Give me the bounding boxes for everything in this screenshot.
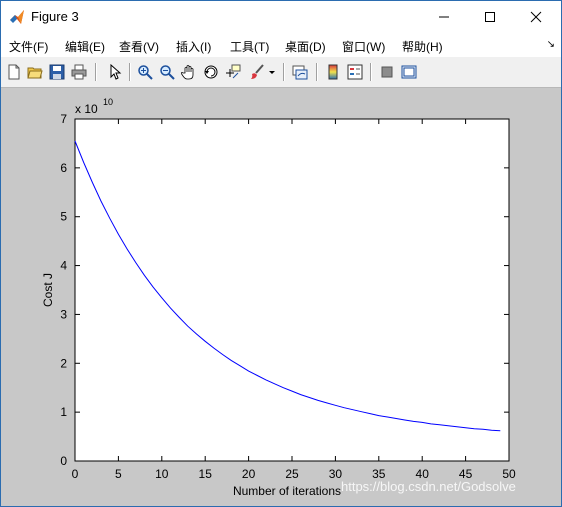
- toolbar-separator: [316, 63, 318, 81]
- print-icon: [71, 64, 87, 80]
- watermark-text: https://blog.csdn.net/Godsolve: [341, 479, 516, 494]
- title-bar[interactable]: Figure 3: [1, 1, 561, 33]
- zoom-in-icon: [138, 65, 153, 80]
- y-tick-label: 6: [60, 161, 67, 175]
- y-tick-label: 2: [60, 356, 67, 370]
- brush-dropdown-button[interactable]: [267, 62, 277, 82]
- x-tick-label: 10: [155, 467, 169, 481]
- y-exponent-label: x 10: [75, 102, 98, 116]
- menu-window[interactable]: 窗口(W): [342, 38, 385, 55]
- brush-icon: [251, 64, 264, 79]
- y-tick-label: 4: [60, 259, 67, 273]
- minimize-icon: [439, 16, 449, 18]
- y-tick-label: 1: [60, 405, 67, 419]
- figure-toolbar: [1, 57, 561, 88]
- y-exponent-power: 10: [103, 97, 113, 107]
- y-tick-label: 3: [60, 307, 67, 321]
- window-title: Figure 3: [31, 9, 79, 24]
- rotate-3d-icon: [204, 65, 218, 79]
- zoom-in-button[interactable]: [135, 62, 155, 82]
- zoom-out-icon: [160, 65, 175, 80]
- hide-plot-tools-button[interactable]: [377, 62, 397, 82]
- link-plot-button[interactable]: [290, 62, 310, 82]
- y-tick-label: 5: [60, 210, 67, 224]
- data-cursor-icon: [226, 64, 241, 79]
- y-tick-label: 7: [60, 112, 67, 126]
- menu-insert[interactable]: 插入(I): [176, 38, 211, 55]
- cost-plot[interactable]: 0 5 10 15 20 25 30 35 40 45 5001234567x 10 10Number…: [1, 88, 561, 506]
- x-tick-label: 15: [199, 467, 213, 481]
- save-icon: [49, 64, 65, 80]
- show-plot-tools-icon: [401, 65, 417, 79]
- x-axis-label: Number of iterations: [233, 484, 341, 498]
- pan-button[interactable]: [179, 62, 199, 82]
- y-tick-label: 0: [60, 454, 67, 468]
- y-axis-label: Cost J: [41, 273, 55, 307]
- maximize-button[interactable]: [467, 1, 513, 33]
- menu-bar: 文件(F) 编辑(E) 查看(V) 插入(I) 工具(T) 桌面(D) 窗口(W…: [1, 33, 561, 57]
- link-plot-icon: [292, 65, 308, 80]
- toolbar-separator: [129, 63, 131, 81]
- menu-edit[interactable]: 编辑(E): [65, 38, 105, 55]
- new-figure-button[interactable]: [4, 62, 24, 82]
- edit-plot-button[interactable]: [105, 62, 125, 82]
- pan-icon: [181, 65, 194, 80]
- data-cursor-button[interactable]: [223, 62, 243, 82]
- toolbar-separator: [95, 63, 97, 81]
- toolbar-separator: [283, 63, 285, 81]
- matlab-logo-icon: [9, 9, 25, 25]
- x-tick-label: 20: [242, 467, 256, 481]
- insert-colorbar-button[interactable]: [323, 62, 343, 82]
- hide-plot-tools-icon: [381, 66, 393, 78]
- menu-desktop[interactable]: 桌面(D): [285, 38, 326, 55]
- menu-view[interactable]: 查看(V): [119, 38, 159, 55]
- print-button[interactable]: [69, 62, 89, 82]
- toolbar-separator: [370, 63, 372, 81]
- save-button[interactable]: [47, 62, 67, 82]
- open-file-button[interactable]: [25, 62, 45, 82]
- colorbar-icon: [328, 64, 338, 80]
- close-button[interactable]: [513, 1, 559, 33]
- brush-button[interactable]: [247, 62, 267, 82]
- menu-overflow-arrow-icon[interactable]: ↘: [547, 39, 555, 50]
- open-file-icon: [27, 67, 43, 79]
- insert-legend-button[interactable]: [345, 62, 365, 82]
- figure-window: Figure 3 文件(F) 编辑(E) 查看(V) 插入(I) 工具(T) 桌…: [0, 0, 562, 507]
- legend-icon: [347, 64, 363, 80]
- new-figure-icon: [8, 64, 20, 80]
- figure-canvas[interactable]: 0 5 10 15 20 25 30 35 40 45 50 0 1 2 3 4 5 6 7 x 10 10 Number…: [1, 88, 561, 506]
- zoom-out-button[interactable]: [157, 62, 177, 82]
- brush-dropdown-icon: [269, 71, 275, 74]
- x-tick-label: 25: [285, 467, 299, 481]
- close-icon: [530, 11, 542, 23]
- menu-help[interactable]: 帮助(H): [402, 38, 443, 55]
- rotate-3d-button[interactable]: [201, 62, 221, 82]
- menu-tools[interactable]: 工具(T): [230, 38, 269, 55]
- menu-file[interactable]: 文件(F): [9, 38, 48, 55]
- x-tick-label: 5: [115, 467, 122, 481]
- maximize-icon: [485, 12, 495, 22]
- pointer-icon: [110, 64, 122, 80]
- plot-axes-box: [74, 118, 510, 462]
- x-tick-label: 0: [72, 467, 79, 481]
- minimize-button[interactable]: [421, 1, 467, 33]
- show-plot-tools-button[interactable]: [399, 62, 419, 82]
